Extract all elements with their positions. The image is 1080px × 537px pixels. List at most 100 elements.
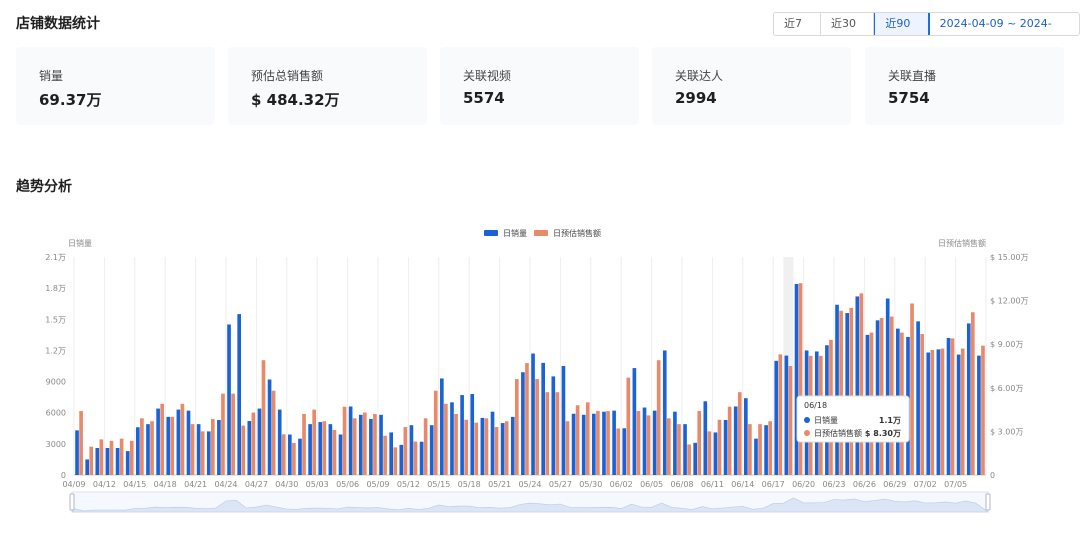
bar-daily-sales [956, 354, 961, 475]
tab-last-30-days[interactable]: 近30天 [821, 13, 875, 35]
bar-daily-sales [470, 394, 475, 475]
bar-daily-sales [75, 430, 79, 475]
y-right-tick-label: $ 15.00万 [990, 253, 1029, 262]
bar-daily-revenue [748, 424, 752, 475]
stat-card-revenue: 预估总销售额 $ 484.32万 [228, 47, 427, 125]
stat-label: 关联视频 [463, 69, 512, 83]
bar-daily-revenue [393, 447, 398, 475]
stat-card-videos: 关联视频 5574 [440, 47, 639, 125]
bar-daily-sales [673, 411, 677, 475]
bar-daily-sales [531, 353, 535, 475]
trend-bar-chart[interactable]: 日销量 日预估销售额03000600090001.2万1.5万1.8万2.1万0$… [0, 220, 1080, 520]
bar-daily-revenue [312, 409, 316, 475]
bar-daily-revenue [464, 419, 468, 475]
bar-daily-sales [277, 409, 282, 475]
bar-daily-sales [916, 321, 920, 475]
bar-daily-revenue [444, 403, 448, 475]
y-right-tick-label: $ 9.00万 [990, 340, 1023, 349]
bar-daily-sales [217, 419, 221, 475]
bar-daily-revenue [545, 392, 550, 475]
x-tick-label: 04/12 [93, 480, 116, 489]
bar-daily-sales [774, 360, 779, 475]
y-left-tick-label: 1.2万 [45, 346, 66, 355]
bar-daily-revenue [555, 392, 560, 475]
x-tick-label: 05/03 [306, 480, 329, 489]
bar-daily-revenue [839, 310, 843, 475]
bar-daily-sales [136, 427, 140, 475]
bar-daily-revenue [79, 411, 83, 475]
zoom-handle-left[interactable] [69, 493, 75, 511]
bar-daily-sales [885, 298, 890, 475]
x-tick-label: 06/20 [792, 480, 815, 489]
bar-daily-revenue [788, 366, 793, 475]
bar-daily-revenue [677, 424, 681, 475]
x-tick-label: 04/15 [123, 480, 146, 489]
x-tick-label: 05/27 [549, 480, 572, 489]
tooltip-label-revenue: 日预估销售额 [814, 428, 862, 438]
x-tick-label: 06/26 [853, 480, 876, 489]
bar-daily-sales [855, 296, 860, 475]
bar-daily-revenue [950, 338, 955, 475]
tab-last-7-days[interactable]: 近7天 [774, 13, 822, 35]
bar-daily-sales [480, 417, 485, 475]
x-tick-label: 04/18 [154, 480, 177, 489]
x-tick-label: 06/23 [822, 480, 845, 489]
bar-daily-revenue [656, 360, 661, 475]
y-left-tick-label: 1.5万 [45, 315, 66, 324]
bar-daily-sales [176, 409, 181, 475]
bar-daily-revenue [322, 421, 327, 475]
bar-daily-sales [308, 424, 312, 475]
x-tick-label: 05/21 [488, 480, 511, 489]
bar-daily-sales [683, 424, 687, 475]
bar-daily-sales [713, 432, 718, 475]
bar-daily-sales [510, 416, 515, 475]
tooltip-value-revenue: $ 8.30万 [865, 429, 901, 438]
zoom-handle-right[interactable] [985, 493, 991, 511]
bar-daily-revenue [200, 431, 205, 475]
bar-daily-sales [146, 424, 150, 475]
bar-daily-revenue [231, 393, 235, 475]
bar-daily-revenue [89, 446, 94, 475]
x-tick-label: 06/17 [762, 480, 785, 489]
x-tick-label: 05/09 [366, 480, 389, 489]
bar-daily-sales [490, 411, 495, 475]
bar-daily-sales [186, 410, 191, 475]
bar-daily-sales [237, 314, 241, 475]
bar-daily-revenue [292, 443, 296, 475]
trend-section-title: 趋势分析 [16, 179, 72, 195]
x-tick-label: 07/05 [944, 480, 967, 489]
bar-daily-sales [338, 434, 343, 475]
x-tick-label: 05/12 [397, 480, 420, 489]
bar-daily-revenue [99, 439, 104, 475]
date-range-picker[interactable]: 2024-04-09 ~ 2024-07-07 [928, 13, 1079, 35]
bar-daily-sales [399, 444, 404, 475]
bar-daily-sales [206, 431, 211, 475]
bar-daily-sales [845, 313, 849, 475]
bar-daily-sales [723, 419, 728, 475]
date-range-tabs: 近7天 近30天 近90天 2024-04-09 ~ 2024-07-07 [773, 12, 1080, 36]
bar-daily-revenue [565, 421, 570, 475]
bar-daily-revenue [697, 411, 702, 475]
stat-value: $ 484.32万 [251, 91, 340, 109]
x-tick-label: 05/24 [518, 480, 541, 489]
bar-daily-sales [115, 448, 120, 475]
bar-daily-revenue [190, 424, 195, 475]
y-right-tick-label: 0 [990, 471, 995, 480]
bar-daily-revenue [727, 406, 732, 475]
bar-daily-sales [369, 418, 373, 475]
bar-daily-revenue [180, 403, 185, 475]
bar-daily-revenue [535, 379, 539, 475]
y-right-tick-label: $ 12.00万 [990, 297, 1029, 306]
bar-daily-sales [926, 352, 931, 475]
bar-daily-sales [693, 442, 697, 475]
tooltip-dot-revenue [804, 430, 810, 436]
tab-last-90-days[interactable]: 近90天 [874, 13, 929, 35]
y-right-axis-title: 日预估销售额 [938, 238, 986, 248]
y-left-tick-label: 3000 [46, 440, 66, 449]
bar-daily-revenue [413, 441, 418, 475]
bar-daily-sales [328, 424, 333, 475]
bar-daily-revenue [362, 412, 367, 475]
bar-daily-sales [227, 324, 231, 475]
bar-daily-revenue [768, 421, 772, 475]
bar-daily-revenue [261, 360, 266, 475]
